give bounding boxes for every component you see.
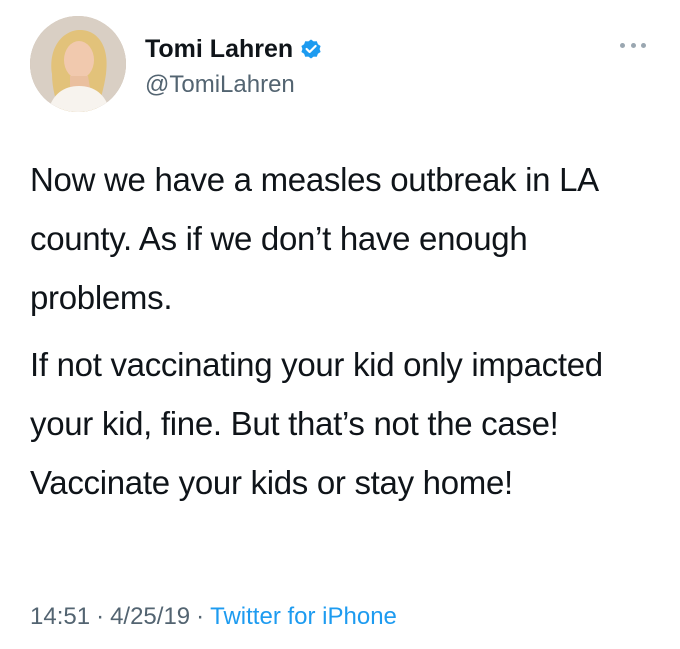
avatar[interactable]: [30, 16, 126, 112]
tweet-text: Now we have a measles outbreak in LA cou…: [30, 150, 660, 520]
more-dot: [641, 42, 646, 48]
tweet-paragraph: Now we have a measles outbreak in LA cou…: [30, 161, 598, 316]
more-dot: [620, 42, 625, 48]
meta-separator: ·: [196, 603, 205, 630]
name-row: Tomi Lahren: [145, 34, 323, 64]
tweet-date[interactable]: 4/25/19: [110, 603, 190, 630]
tweet-meta: 14:51 · 4/25/19 · Twitter for iPhone: [30, 602, 397, 632]
more-dot: [630, 42, 636, 48]
tweet-source-link[interactable]: Twitter for iPhone: [210, 603, 397, 630]
user-handle[interactable]: @TomiLahren: [145, 70, 295, 100]
display-name[interactable]: Tomi Lahren: [145, 34, 293, 64]
tweet-time[interactable]: 14:51: [30, 603, 90, 630]
verified-badge-icon: [299, 37, 323, 61]
tweet-paragraph: If not vaccinating your kid only impacte…: [30, 346, 603, 501]
more-options-icon[interactable]: [620, 40, 646, 50]
meta-separator: ·: [96, 603, 105, 630]
tweet-card: Tomi Lahren @TomiLahren Now we have a me…: [0, 0, 680, 649]
